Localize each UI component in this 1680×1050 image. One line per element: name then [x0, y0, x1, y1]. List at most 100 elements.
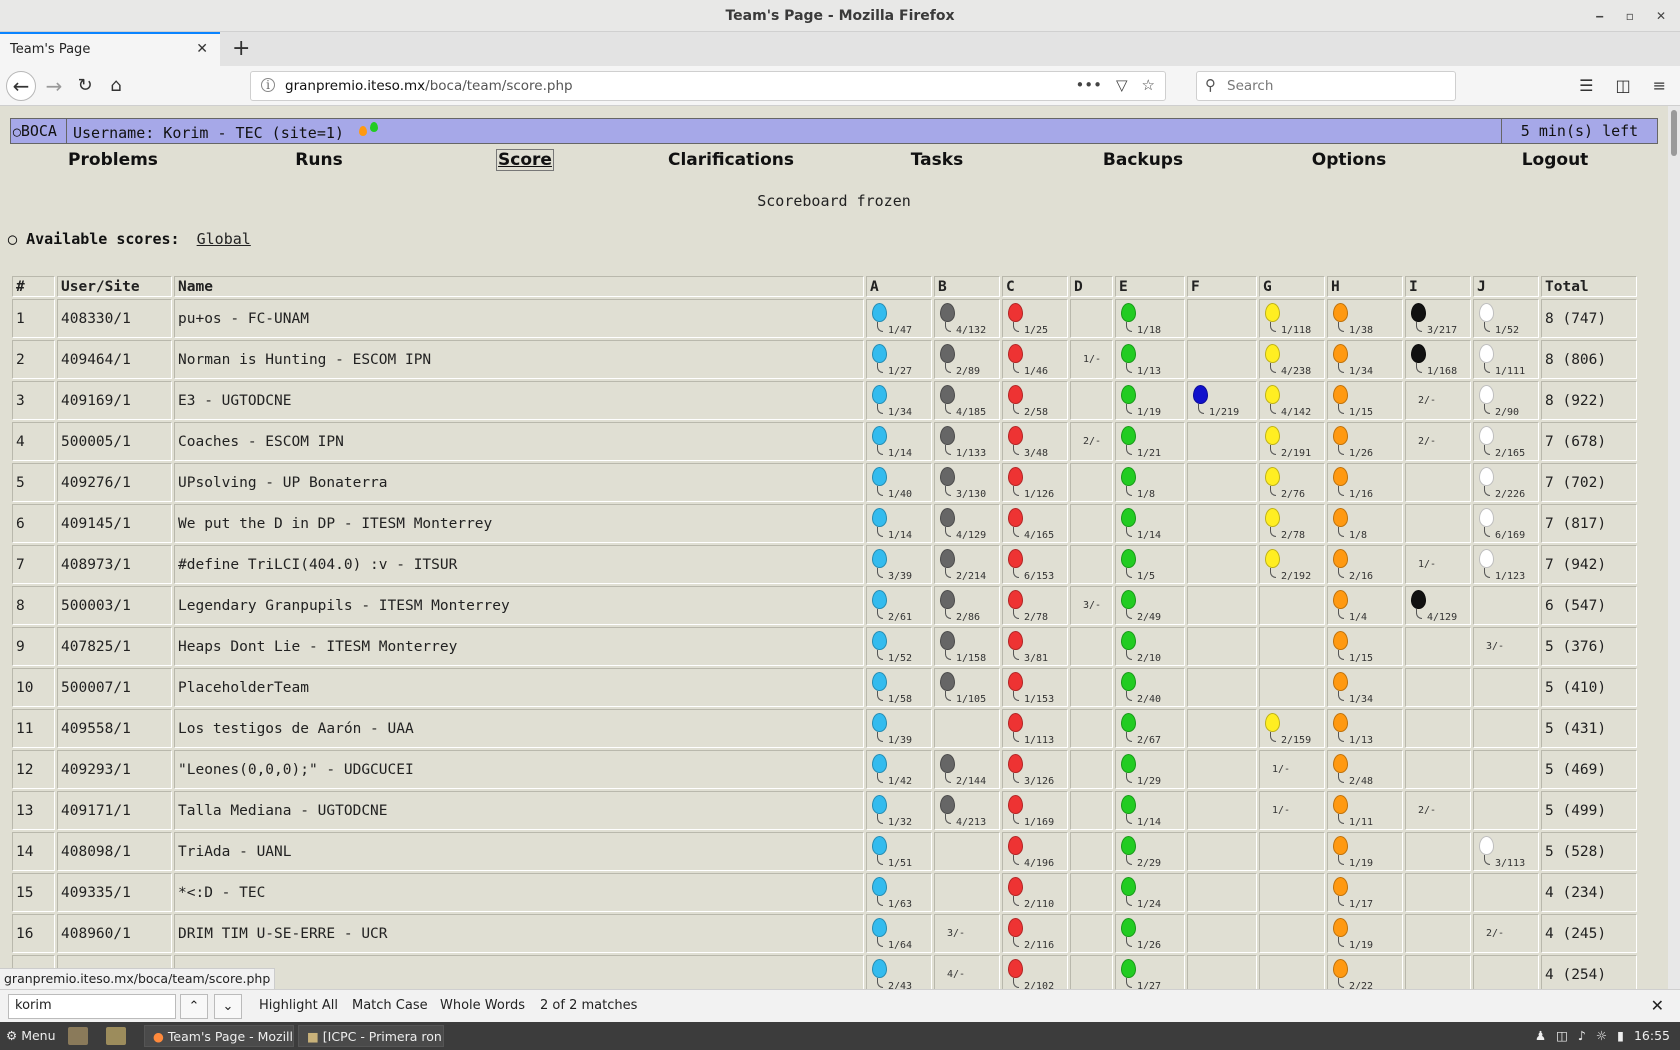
menu-runs[interactable]: Runs [295, 150, 342, 170]
minimize-icon[interactable]: ‒ [1595, 0, 1603, 32]
tries-time: 1/4 [1349, 612, 1368, 623]
menu-backups[interactable]: Backups [1103, 150, 1183, 170]
menu-options[interactable]: Options [1312, 150, 1386, 170]
tries-time: 1/123 [1495, 571, 1526, 582]
hamburger-menu-icon[interactable]: ≡ [1653, 76, 1666, 95]
page-scrollbar[interactable] [1668, 106, 1680, 989]
taskbar-item-label: [ICPC - Primera ron... [322, 1029, 444, 1044]
sidebar-icon[interactable]: ◫ [1615, 76, 1630, 95]
tries-time: 4/129 [956, 530, 987, 541]
balloon-icon [1008, 590, 1023, 609]
team-name-cell: *<:D - TEC [174, 873, 864, 912]
balloon-string [1338, 937, 1344, 947]
menu-logout[interactable]: Logout [1522, 150, 1589, 170]
forward-icon[interactable]: → [40, 72, 68, 100]
problem-cell: 2/159 [1259, 709, 1325, 748]
bookmark-star-icon[interactable]: ☆ [1142, 76, 1155, 94]
rank-cell: 2 [12, 340, 55, 379]
failed-tries: 1/- [1272, 805, 1291, 816]
taskbar: ⚙ Menu ● Team's Page - Mozill... ■ [ICPC… [0, 1022, 1680, 1050]
balloon-icon [1121, 918, 1136, 937]
folder-icon[interactable] [106, 1027, 126, 1045]
balloon-string [945, 650, 951, 660]
network-icon[interactable]: ◫ [1556, 1028, 1568, 1043]
user-icon[interactable]: ♟ [1535, 1028, 1546, 1043]
user-site-cell: 409558/1 [57, 709, 172, 748]
volume-icon[interactable]: ♪ [1578, 1028, 1586, 1043]
problem-cell: 3/- [1473, 627, 1539, 666]
taskbar-firefox-item[interactable]: ● Team's Page - Mozill... [144, 1025, 294, 1047]
scrollbar-thumb[interactable] [1671, 110, 1677, 156]
taskbar-folder-item[interactable]: ■ [ICPC - Primera ron... [298, 1025, 444, 1047]
find-input[interactable]: korim [8, 994, 176, 1019]
tries-time: 1/5 [1137, 571, 1156, 582]
taskbar-menu-button[interactable]: ⚙ Menu [6, 1028, 56, 1043]
find-previous-icon[interactable]: ⌃ [180, 994, 208, 1019]
tab-close-icon[interactable]: ✕ [196, 41, 208, 57]
page-content: ◯BOCA Username: Korim - TEC (site=1) 5 m… [0, 106, 1668, 989]
team-name-cell: Norman is Hunting - ESCOM IPN [174, 340, 864, 379]
problem-cell [1070, 504, 1113, 543]
tries-time: 1/8 [1137, 489, 1156, 500]
page-actions-icon[interactable]: ••• [1075, 76, 1102, 94]
balloon-icon [1333, 508, 1348, 527]
tries-time: 2/86 [956, 612, 981, 623]
highlight-all-toggle[interactable]: Highlight All [259, 998, 338, 1013]
problem-cell [1187, 504, 1257, 543]
balloon-string [945, 609, 951, 619]
balloon-icon [872, 754, 887, 773]
balloon-string [1338, 609, 1344, 619]
settings-icon[interactable]: ☼ [1596, 1028, 1607, 1043]
battery-icon[interactable]: ▮ [1617, 1028, 1624, 1043]
table-row: 2 409464/1 Norman is Hunting - ESCOM IPN 1/… [12, 340, 1637, 379]
menu-tasks[interactable]: Tasks [911, 150, 963, 170]
col-name: Name [174, 276, 864, 297]
tries-time: 4/238 [1281, 366, 1312, 377]
library-icon[interactable]: ☰ [1579, 76, 1593, 95]
rank-cell: 15 [12, 873, 55, 912]
balloon-string [877, 609, 883, 619]
problem-cell: 1/26 [1115, 914, 1185, 953]
whole-words-toggle[interactable]: Whole Words [440, 998, 525, 1013]
col-total: Total [1541, 276, 1637, 297]
tries-time: 1/38 [1349, 325, 1374, 336]
team-name-cell: Heaps Dont Lie - ITESM Monterrey [174, 627, 864, 666]
problem-cell: 3/113 [1473, 832, 1539, 871]
balloon-string [877, 978, 883, 988]
failed-tries: 4/- [947, 969, 966, 980]
balloon-icon [1121, 795, 1136, 814]
balloon-icon [940, 795, 955, 814]
balloon-icon [1008, 549, 1023, 568]
match-case-toggle[interactable]: Match Case [352, 998, 428, 1013]
site-info-icon[interactable]: i [261, 78, 275, 92]
status-url: granpremio.iteso.mx/boca/team/score.php [0, 968, 276, 989]
rank-cell: 9 [12, 627, 55, 666]
find-next-icon[interactable]: ⌄ [214, 994, 242, 1019]
global-score-link[interactable]: Global [197, 230, 251, 248]
find-close-icon[interactable]: ✕ [1651, 996, 1664, 1015]
menu-clarifications[interactable]: Clarifications [668, 150, 794, 170]
pocket-icon[interactable]: ▽ [1116, 76, 1128, 94]
balloon-string [877, 937, 883, 947]
new-tab-icon[interactable]: + [232, 36, 250, 61]
problem-cell: 1/169 [1002, 791, 1068, 830]
balloon-string [877, 363, 883, 373]
search-input[interactable]: ⚲ Search [1196, 71, 1456, 101]
home-icon[interactable]: ⌂ [102, 72, 130, 100]
menu-problems[interactable]: Problems [68, 150, 158, 170]
team-name-cell: UPsolving - UP Bonaterra [174, 463, 864, 502]
url-bar[interactable]: i granpremio.iteso.mx/boca/team/score.ph… [250, 71, 1166, 101]
reload-icon[interactable]: ↻ [71, 72, 99, 100]
tab-teams-page[interactable]: Team's Page ✕ [0, 32, 220, 66]
tries-time: 1/34 [1349, 366, 1374, 377]
problem-cell: 1/34 [1327, 340, 1403, 379]
balloon-icon [872, 385, 887, 404]
balloon-string [1013, 404, 1019, 414]
balloon-string [1013, 855, 1019, 865]
maximize-icon[interactable]: ▫ [1626, 0, 1634, 32]
menu-score[interactable]: Score [496, 149, 554, 171]
back-icon[interactable]: ← [6, 71, 36, 101]
balloon-string [1126, 937, 1132, 947]
file-manager-icon[interactable] [68, 1027, 88, 1045]
close-icon[interactable]: ✕ [1656, 0, 1666, 32]
